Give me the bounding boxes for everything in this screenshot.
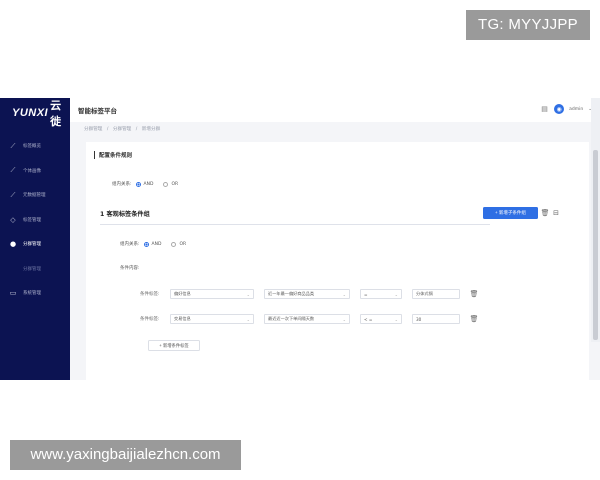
tag-attribute-select[interactable]: 近一年最一偏好商品品类 ⌄ xyxy=(264,289,350,299)
sidebar-item-label: 系统管理 xyxy=(23,291,41,297)
sidebar-item-overview[interactable]: ⟋ 标签概览 xyxy=(0,134,70,159)
breadcrumb-separator: / xyxy=(106,127,109,132)
watermark-bottom: www.yaxingbaijialezhcn.com xyxy=(10,440,241,470)
chevron-down-icon: ⌄ xyxy=(246,291,250,297)
condition-row: 条件标签: 交易信息 ⌄ 最近近一次下单间隔天数 ⌄ < = ⌄ 30 🗑 xyxy=(140,314,478,324)
header-actions: ▤ ◉ admin ⌄ xyxy=(540,104,592,114)
breadcrumb-separator: / xyxy=(135,127,138,132)
condition-value-input[interactable]: 分体式锅 xyxy=(412,289,460,299)
scrollbar[interactable] xyxy=(591,98,600,342)
sidebar-item-metadata[interactable]: ⟋ 元数据管理 xyxy=(0,183,70,208)
app-title: 智能标签平台 xyxy=(78,107,117,115)
trash-icon[interactable]: 🗑 xyxy=(470,315,479,323)
radio-label: AND xyxy=(143,181,154,187)
monitor-icon: ▭ xyxy=(9,289,17,298)
collapse-icon[interactable]: ⊟ xyxy=(552,209,560,217)
sidebar-subitem-groups[interactable]: 分群管理 xyxy=(0,257,70,282)
sidebar: YUNXI 云徙 ⟋ 标签概览 ⟋ 个体画像 ⟋ 元数据管理 ◇ 标签管理 ● … xyxy=(0,98,70,380)
chevron-down-icon: ⌄ xyxy=(246,316,250,322)
chevron-down-icon: ⌄ xyxy=(394,291,398,297)
relation-label: 组内关系: xyxy=(112,182,132,187)
radio-dot xyxy=(171,241,177,247)
breadcrumb-item[interactable]: 分群管理 xyxy=(113,127,131,132)
user-chart-icon: ⟋ xyxy=(10,166,16,175)
radio-dot-selected xyxy=(135,181,141,187)
chart-icon: ⟋ xyxy=(10,141,16,150)
radio-or[interactable]: OR xyxy=(163,181,179,187)
radio-and[interactable]: AND xyxy=(143,241,162,247)
group-divider xyxy=(100,224,490,225)
condition-label: 条件标签: xyxy=(140,292,160,297)
group-relation: 组内关系: AND OR xyxy=(120,241,196,247)
page: YUNXI 云徙 ⟋ 标签概览 ⟋ 个体画像 ⟋ 元数据管理 ◇ 标签管理 ● … xyxy=(0,0,600,480)
main-content: 配置条件规则 组内关系: AND OR 1 客观标签条件组 + 新增子条件组 🗑… xyxy=(86,142,589,380)
tag-attribute-select[interactable]: 最近近一次下单间隔天数 ⌄ xyxy=(264,314,350,324)
sidebar-item-groups[interactable]: ● 分群管理 xyxy=(0,232,70,257)
username[interactable]: admin xyxy=(569,107,583,112)
sidebar-item-label: 标签管理 xyxy=(23,217,41,223)
select-value: < = xyxy=(364,316,373,322)
radio-and[interactable]: AND xyxy=(135,181,154,187)
sidebar-item-tags[interactable]: ◇ 标签管理 xyxy=(0,208,70,233)
sidebar-item-system[interactable]: ▭ 系统管理 xyxy=(0,281,70,306)
database-icon: ⟋ xyxy=(10,190,16,199)
outer-relation: 组内关系: AND OR xyxy=(112,181,188,187)
avatar[interactable]: ◉ xyxy=(554,104,565,114)
add-subgroup-button[interactable]: + 新增子条件组 xyxy=(483,207,538,219)
sidebar-item-label: 元数据管理 xyxy=(23,193,46,199)
operator-select[interactable]: = ⌄ xyxy=(360,289,402,299)
select-value: 偏好信息 xyxy=(174,291,191,296)
radio-label: AND xyxy=(151,241,162,247)
radio-or[interactable]: OR xyxy=(171,241,187,247)
section-title: 配置条件规则 xyxy=(94,151,132,159)
app-window: YUNXI 云徙 ⟋ 标签概览 ⟋ 个体画像 ⟋ 元数据管理 ◇ 标签管理 ● … xyxy=(0,98,600,380)
sidebar-item-label: 个体画像 xyxy=(23,168,41,174)
message-icon[interactable]: ▤ xyxy=(540,105,549,114)
tag-category-select[interactable]: 偏好信息 ⌄ xyxy=(170,289,254,299)
sidebar-nav: ⟋ 标签概览 ⟋ 个体画像 ⟋ 元数据管理 ◇ 标签管理 ● 分群管理 分群管理… xyxy=(0,134,70,306)
select-value: = xyxy=(364,291,368,297)
sidebar-item-label: 标签概览 xyxy=(23,144,41,150)
radio-label: OR xyxy=(171,181,179,187)
radio-dot-selected xyxy=(143,241,149,247)
tag-icon: ◇ xyxy=(10,215,16,224)
condition-row: 条件标签: 偏好信息 ⌄ 近一年最一偏好商品品类 ⌄ = ⌄ 分体式锅 🗑 xyxy=(140,289,478,299)
chevron-down-icon: ⌄ xyxy=(394,316,398,322)
logo-text: 云徙 xyxy=(50,100,62,128)
breadcrumb-current: 新增分群 xyxy=(141,127,161,132)
breadcrumb: 分群管理 / 分群管理 / 新增分群 xyxy=(84,126,163,132)
scrollbar-thumb[interactable] xyxy=(593,150,598,340)
sidebar-item-label: 分群管理 xyxy=(23,242,41,248)
tag-category-select[interactable]: 交易信息 ⌄ xyxy=(170,314,254,324)
logo-mark: YUNXI xyxy=(12,107,49,119)
breadcrumb-item[interactable]: 分群管理 xyxy=(84,127,102,132)
sidebar-item-portrait[interactable]: ⟋ 个体画像 xyxy=(0,159,70,184)
condition-value-input[interactable]: 30 xyxy=(412,314,460,324)
top-header: 智能标签平台 ▤ ◉ admin ⌄ xyxy=(70,98,600,122)
chevron-down-icon: ⌄ xyxy=(342,291,346,297)
condition-label: 条件标签: xyxy=(140,317,160,322)
operator-select[interactable]: < = ⌄ xyxy=(360,314,402,324)
chevron-down-icon: ⌄ xyxy=(342,316,346,322)
group-icon: ● xyxy=(9,240,17,249)
relation-label: 组内关系: xyxy=(120,242,140,247)
radio-label: OR xyxy=(179,241,187,247)
trash-icon[interactable]: 🗑 xyxy=(470,290,479,298)
select-value: 交易信息 xyxy=(174,316,191,321)
select-value: 近一年最一偏好商品品类 xyxy=(268,291,315,296)
logo: YUNXI 云徙 xyxy=(0,98,70,128)
watermark-top: TG: MYYJJPP xyxy=(466,10,590,40)
select-value: 最近近一次下单间隔天数 xyxy=(268,316,315,321)
add-condition-button[interactable]: + 新增条件标签 xyxy=(148,340,200,351)
condition-content-label: 条件内容: xyxy=(120,266,140,271)
sidebar-subitem-label: 分群管理 xyxy=(23,266,41,272)
trash-icon[interactable]: 🗑 xyxy=(541,209,550,217)
group-title: 1 客观标签条件组 xyxy=(100,211,150,218)
radio-dot xyxy=(163,181,169,187)
